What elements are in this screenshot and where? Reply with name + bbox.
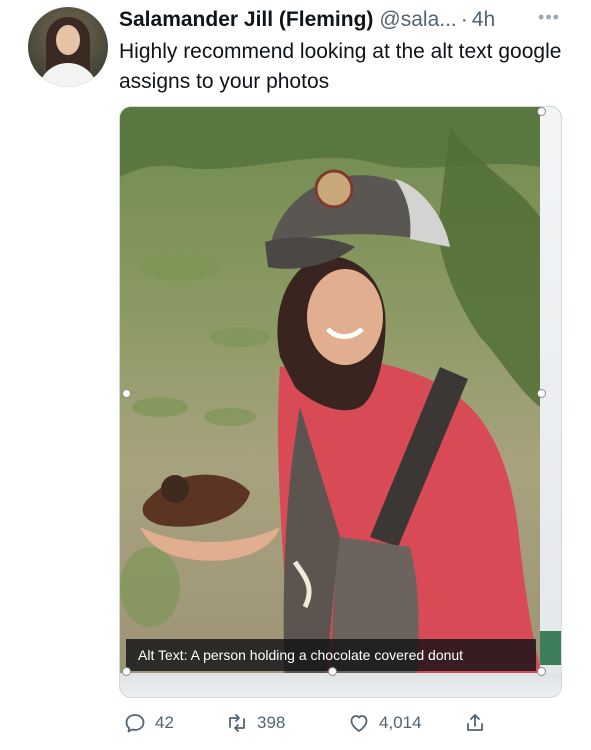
user-handle[interactable]: @sala... <box>379 8 456 32</box>
retweet-icon <box>229 714 245 732</box>
green-tab <box>540 631 561 665</box>
share-button[interactable] <box>463 705 487 741</box>
resize-handle-top-right[interactable] <box>537 107 546 116</box>
turtle-head <box>161 475 189 503</box>
heart-icon <box>350 715 368 732</box>
more-horizontal-icon[interactable]: ••• <box>537 7 561 27</box>
photo <box>120 107 561 697</box>
retweet-button[interactable]: 398 <box>225 705 285 741</box>
reply-icon <box>125 714 145 733</box>
reply-count: 42 <box>155 713 174 732</box>
separator-dot: · <box>460 8 468 31</box>
share-icon <box>467 714 483 731</box>
bottom-edge-strip <box>120 673 561 697</box>
cap-patch <box>314 169 354 209</box>
right-edge-strip <box>540 107 561 697</box>
resize-handle-bottom-right[interactable] <box>537 667 546 676</box>
timestamp[interactable]: 4h <box>472 8 495 32</box>
avatar-face <box>56 25 80 55</box>
reply-button[interactable]: 42 <box>123 705 174 741</box>
like-count: 4,014 <box>379 713 422 732</box>
like-button[interactable]: 4,014 <box>347 705 422 741</box>
display-name[interactable]: Salamander Jill (Fleming) <box>119 8 373 32</box>
person-face <box>307 269 383 365</box>
tweet-header: Salamander Jill (Fleming) @sala... · 4h <box>119 7 591 33</box>
retweet-count: 398 <box>257 713 286 732</box>
resize-handle-left[interactable] <box>122 389 131 398</box>
resize-handle-bottom-left[interactable] <box>122 667 131 676</box>
resize-handle-bottom[interactable] <box>328 667 337 676</box>
avatar[interactable] <box>28 7 108 87</box>
tweet-text: Highly recommend looking at the alt text… <box>119 40 562 93</box>
tweet-media[interactable]: Alt Text: A person holding a chocolate c… <box>119 106 562 698</box>
resize-handle-right[interactable] <box>537 389 546 398</box>
tweet-actions: 42 398 4,014 <box>119 705 539 741</box>
tweet[interactable]: Salamander Jill (Fleming) @sala... · 4h … <box>0 0 591 750</box>
